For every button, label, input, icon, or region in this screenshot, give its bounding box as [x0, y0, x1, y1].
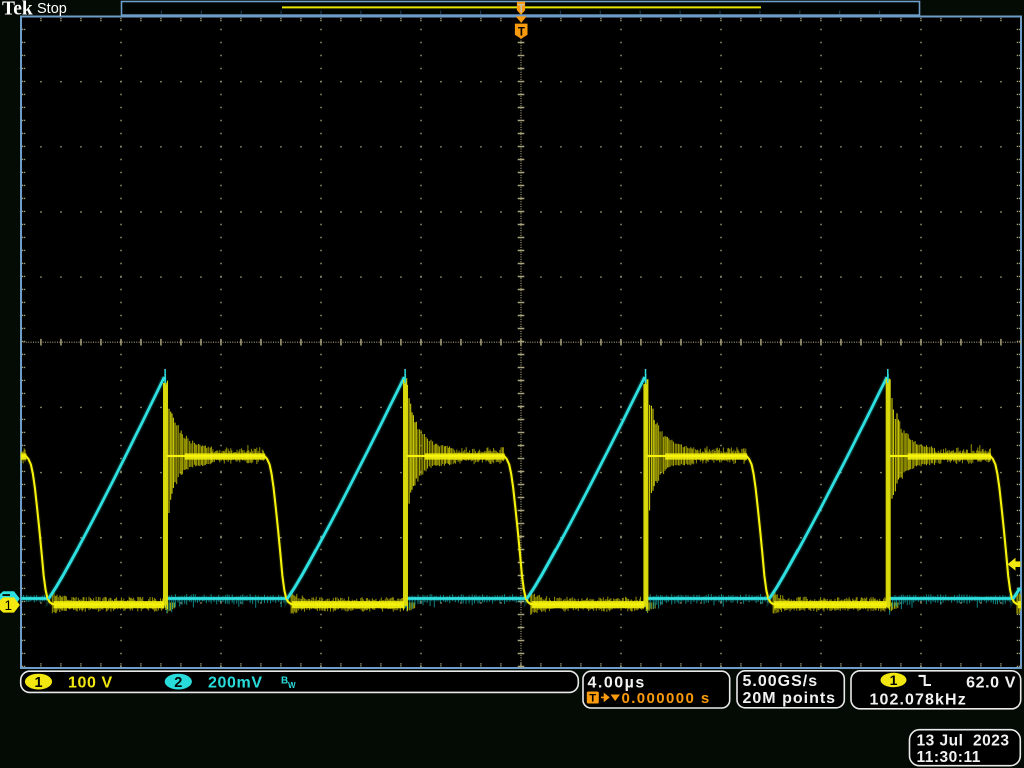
svg-text:T: T [518, 27, 525, 39]
svg-text:T: T [518, 2, 526, 16]
svg-text:Tek: Tek [2, 0, 33, 20]
svg-text:5.00GS/s: 5.00GS/s [743, 673, 819, 690]
svg-text:0.000000 s: 0.000000 s [622, 690, 711, 707]
svg-text:1: 1 [4, 598, 12, 613]
svg-text:W: W [288, 681, 296, 690]
svg-text:Stop: Stop [37, 1, 67, 17]
svg-text:62.0 V: 62.0 V [966, 674, 1016, 691]
svg-text:20M points: 20M points [743, 690, 837, 707]
svg-text:2: 2 [174, 675, 182, 691]
svg-text:1: 1 [34, 675, 42, 691]
svg-text:1: 1 [890, 672, 898, 688]
svg-text:11:30:11: 11:30:11 [917, 749, 981, 766]
svg-text:200mV: 200mV [208, 674, 263, 691]
svg-text:13 Jul 2023: 13 Jul 2023 [917, 733, 1010, 750]
svg-text:4.00µs: 4.00µs [588, 675, 646, 692]
svg-text:100 V: 100 V [68, 674, 113, 691]
svg-text:T: T [589, 693, 596, 705]
svg-text:102.078kHz: 102.078kHz [870, 691, 967, 708]
